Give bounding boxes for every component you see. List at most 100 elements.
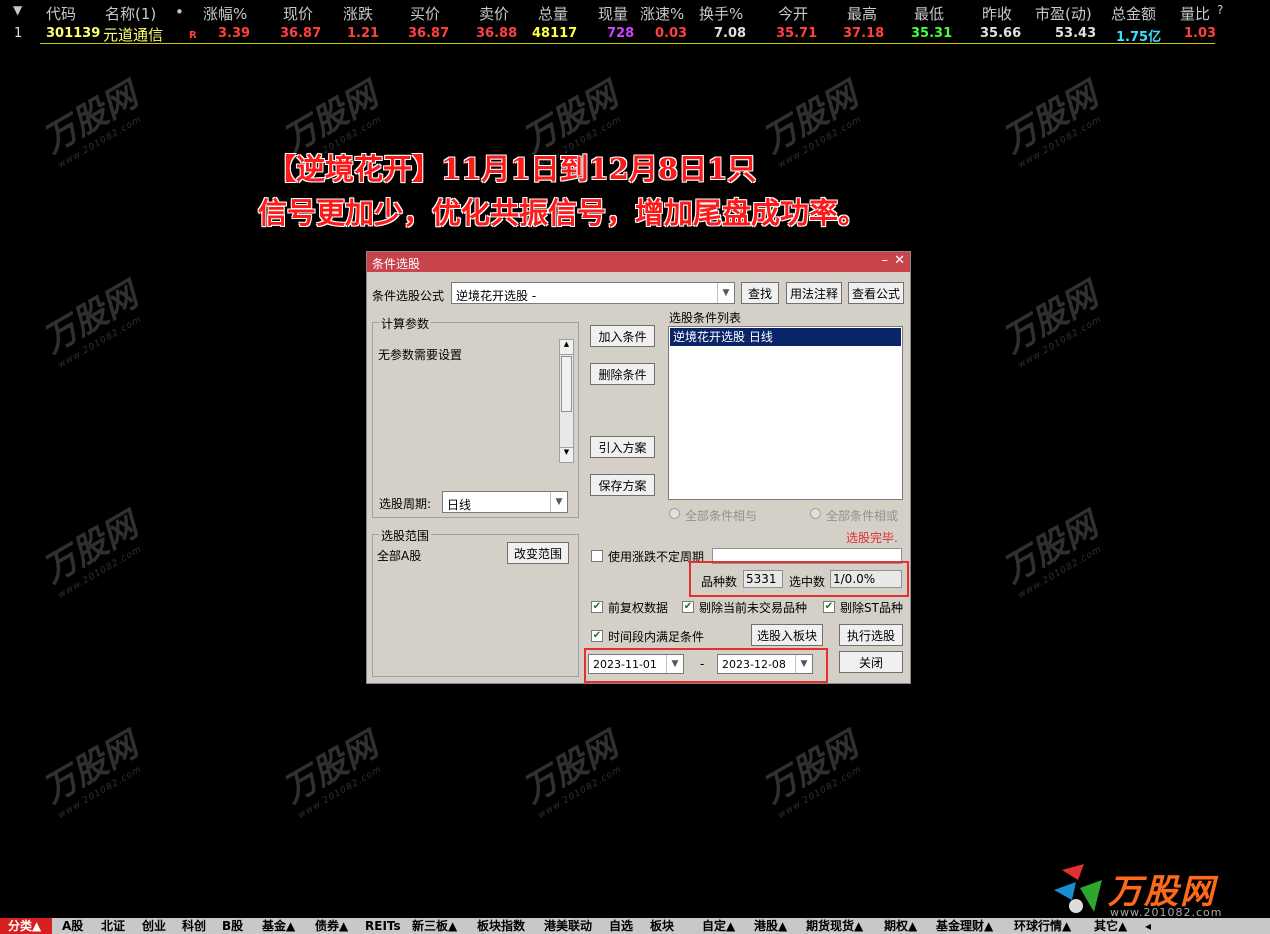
tab-other[interactable]: 其它▲ [1094,918,1127,934]
scroll-up-icon: ▲ [560,340,573,355]
minimize-icon[interactable]: – [882,253,889,268]
time-range-checkbox[interactable]: ✔ [591,630,603,642]
quote-header: ▼ 代码 名称(1) • 涨幅% 现价 涨跌 买价 卖价 总量 现量 涨速% 换… [0,0,1270,24]
close-icon[interactable]: ✕ [894,253,905,268]
col-open[interactable]: 今开 [778,3,808,24]
tab-reits[interactable]: REITs [365,918,401,934]
formula-select[interactable]: 逆境花开选股 - ▼ [451,282,735,304]
status-text: 选股完毕. [846,531,898,545]
delete-condition-button[interactable]: 删除条件 [590,363,655,385]
tab-star[interactable]: 科创 [182,918,206,934]
save-plan-button[interactable]: 保存方案 [590,474,655,496]
count-field: 5331 [743,570,783,588]
col-low[interactable]: 最低 [914,3,944,24]
params-text: 无参数需要设置 [378,348,463,362]
watermark: 万股网 www.201082.com [996,75,1105,171]
row-vol-ratio: 1.03 [1184,26,1217,41]
tab-global[interactable]: 环球行情▲ [1014,918,1071,934]
prefix-checkbox[interactable]: ✔ [591,601,603,613]
exclude-st-checkbox[interactable]: ✔ [823,601,835,613]
col-cur-volume[interactable]: 现量 [598,3,628,24]
formula-label: 条件选股公式 [372,289,445,303]
list-item[interactable]: 逆境花开选股 日线 [670,328,901,346]
params-group: 计算参数 无参数需要设置 ▲ ▼ 选股周期: 日线 ▼ [372,315,579,518]
tab-hk-us-link[interactable]: 港美联动 [544,918,592,934]
row-underline [40,43,1215,44]
col-ask[interactable]: 卖价 [479,3,509,24]
tab-custom[interactable]: 自定▲ [702,918,735,934]
import-plan-button[interactable]: 引入方案 [590,436,655,458]
tab-futures[interactable]: 期货现货▲ [806,918,863,934]
exclude-st-label: 剔除ST品种 [840,601,903,615]
tab-bond[interactable]: 债券▲ [315,918,348,934]
radio-and[interactable] [669,508,680,519]
exclude-halt-checkbox[interactable]: ✔ [682,601,694,613]
tab-chinext[interactable]: 创业 [142,918,166,934]
tab-sector[interactable]: 板块 [650,918,674,934]
watermark: 万股网 www.201082.com [996,275,1105,371]
col-bid[interactable]: 买价 [410,3,440,24]
usage-button[interactable]: 用法注释 [786,282,842,304]
tab-options[interactable]: 期权▲ [884,918,917,934]
tab-wealth[interactable]: 基金理财▲ [936,918,993,934]
radio-or[interactable] [810,508,821,519]
date-from-picker[interactable]: 2023-11-01 ▼ [588,654,684,674]
selected-label: 选中数 [789,575,826,589]
tab-hk[interactable]: 港股▲ [754,918,787,934]
col-pe[interactable]: 市盈(动) [1035,3,1092,24]
execute-button[interactable]: 执行选股 [839,624,903,646]
tab-neeq[interactable]: 新三板▲ [412,918,457,934]
use-period-checkbox[interactable] [591,550,603,562]
col-code[interactable]: 代码 [46,3,76,24]
dialog-title: 条件选股 [372,257,421,271]
period-label: 选股周期: [379,497,432,511]
banner-line-1: 【逆境花开】11月1日到12月8日1只 [267,152,757,186]
period-select[interactable]: 日线 ▼ [442,491,568,513]
tab-category[interactable]: 分类▲ [0,918,52,934]
condition-list[interactable]: 逆境花开选股 日线 [668,326,903,500]
col-change[interactable]: 涨跌 [343,3,373,24]
add-condition-button[interactable]: 加入条件 [590,325,655,347]
tabs-scroll-left-icon[interactable]: ◂ [1145,918,1151,934]
period-input[interactable] [712,548,902,564]
col-name[interactable]: 名称(1) [105,3,156,24]
tab-bse[interactable]: 北证 [101,918,125,934]
row-low: 35.31 [911,26,953,41]
col-vol-ratio[interactable]: 量比 [1180,3,1210,24]
col-help[interactable]: ? [1217,3,1223,17]
view-formula-button[interactable]: 查看公式 [848,282,904,304]
prefix-label: 前复权数据 [608,601,669,615]
chevron-down-icon: ▼ [717,283,734,303]
row-bid: 36.87 [408,26,450,41]
add-to-board-button[interactable]: 选股入板块 [751,624,823,646]
row-volume: 48117 [532,26,578,41]
tab-sector-index[interactable]: 板块指数 [477,918,525,934]
col-turnover[interactable]: 换手% [699,3,743,24]
params-scrollbar[interactable]: ▲ ▼ [559,339,574,463]
row-high: 37.18 [843,26,885,41]
brand-logo: 万股网 www.201082.com [1050,860,1250,920]
tab-b-share[interactable]: B股 [222,918,243,934]
close-button[interactable]: 关闭 [839,651,903,673]
condition-select-dialog: 条件选股 – ✕ 条件选股公式 逆境花开选股 - ▼ 查找 用法注释 查看公式 … [366,251,911,684]
watermark: 万股网 www.201082.com [36,505,145,601]
selected-field: 1/0.0% [830,570,902,588]
find-button[interactable]: 查找 [741,282,779,304]
dialog-titlebar[interactable]: 条件选股 – ✕ [367,252,910,272]
change-range-button[interactable]: 改变范围 [507,542,569,564]
col-amount[interactable]: 总金额 [1111,3,1156,24]
table-row[interactable]: 1 301139 元道通信 R 3.39 36.87 1.21 36.87 36… [0,24,1270,45]
tab-a-share[interactable]: A股 [62,918,83,934]
col-price[interactable]: 现价 [283,3,313,24]
watermark: 万股网 www.201082.com [36,75,145,171]
date-to-picker[interactable]: 2023-12-08 ▼ [717,654,813,674]
col-dot[interactable]: • [175,3,184,21]
col-prev-close[interactable]: 昨收 [982,3,1012,24]
tab-fund[interactable]: 基金▲ [262,918,295,934]
col-volume[interactable]: 总量 [538,3,568,24]
col-speed[interactable]: 涨速% [640,3,684,24]
menu-caret-icon[interactable]: ▼ [13,3,22,17]
col-high[interactable]: 最高 [847,3,877,24]
col-change-pct[interactable]: 涨幅% [203,3,247,24]
tab-watchlist[interactable]: 自选 [609,918,633,934]
